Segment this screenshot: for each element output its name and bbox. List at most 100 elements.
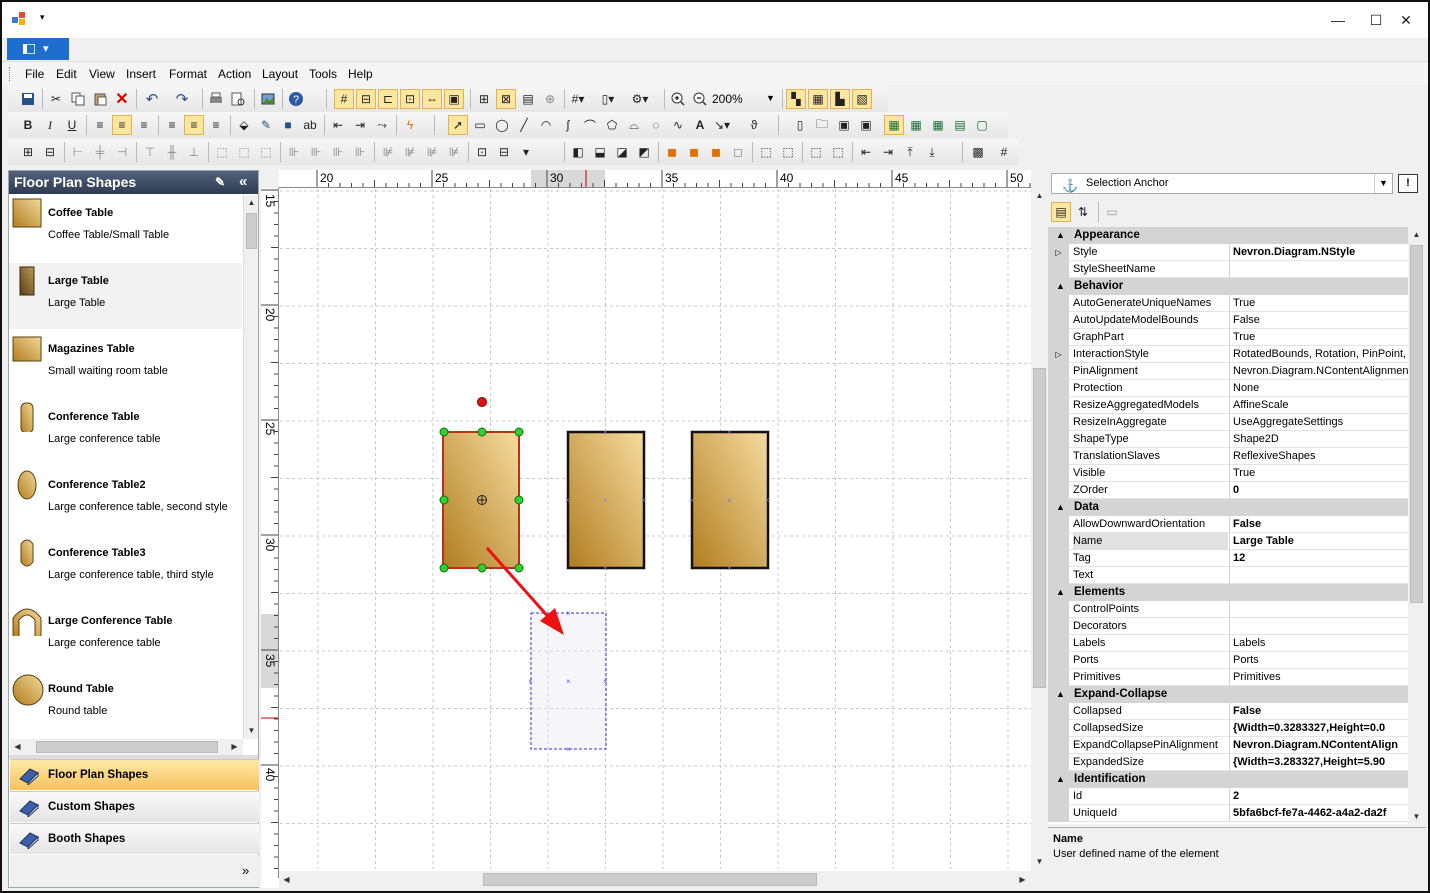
valign-bottom-icon[interactable]: ≡ (206, 115, 226, 135)
print-icon[interactable] (206, 89, 226, 109)
alphabetical-icon[interactable]: ⇅ (1073, 202, 1093, 222)
property-row[interactable]: ControlPoints (1048, 601, 1408, 618)
zoom-in-icon[interactable] (668, 89, 688, 109)
move-left-icon[interactable]: ⇤ (856, 142, 876, 162)
property-value[interactable]: Ports (1229, 652, 1408, 669)
export-image-icon[interactable] (258, 89, 278, 109)
large-table-shape[interactable]: × × × × × (565, 428, 646, 573)
property-row[interactable]: ExpandedSize {Width=3.283327,Height=5.90 (1048, 754, 1408, 771)
property-row[interactable]: ResizeInAggregate UseAggregateSettings (1048, 414, 1408, 431)
align-left-icon[interactable]: ≡ (90, 115, 110, 135)
menu-edit[interactable]: Edit (56, 67, 77, 81)
scroll-up-icon[interactable]: ▲ (1409, 227, 1424, 242)
same-width-icon[interactable]: ⬚ (212, 142, 232, 162)
bold-icon[interactable]: B (18, 115, 38, 135)
vspace-dec-icon[interactable]: ⊯ (422, 142, 442, 162)
view-b-icon[interactable]: ▦ (906, 115, 926, 135)
bounds-b-icon[interactable]: ⬚ (778, 142, 798, 162)
collapse-icon[interactable]: ▲ (1056, 686, 1065, 703)
list-item-conference-table3[interactable]: Conference Table3 Large conference table… (9, 535, 242, 601)
drawing-canvas[interactable]: × × × × × × × × × × × × × × × (280, 189, 1031, 869)
freehand-tool-icon[interactable]: ◌ (646, 115, 666, 135)
property-row[interactable]: ExpandCollapsePinAlignment Nevron.Diagram… (1048, 737, 1408, 754)
move-right-icon[interactable]: ⇥ (878, 142, 898, 162)
align-centers-icon[interactable]: ╪ (90, 142, 110, 162)
property-row[interactable]: AutoUpdateModelBounds False (1048, 312, 1408, 329)
new-document-icon[interactable]: ▯ (790, 115, 810, 135)
collapse-icon[interactable]: ▲ (1056, 278, 1065, 295)
grid-dropdown-icon[interactable]: #▾ (568, 89, 588, 109)
property-value[interactable]: {Width=0.3283327,Height=0.0 (1229, 720, 1408, 737)
category-booth-shapes[interactable]: Booth Shapes (10, 823, 259, 854)
property-row[interactable]: Name Large Table (1048, 533, 1408, 550)
page-dropdown-icon[interactable]: ▯▾ (598, 89, 618, 109)
property-row[interactable]: StyleSheetName (1048, 261, 1408, 278)
list-item-round-table[interactable]: Round Table Round table (9, 671, 242, 737)
rotate-right-icon[interactable]: ◩ (634, 142, 654, 162)
property-value[interactable]: True (1229, 329, 1408, 346)
property-row[interactable]: Primitives Primitives (1048, 669, 1408, 686)
shadow-icon[interactable]: ■ (278, 115, 298, 135)
snap-dynamic-icon[interactable]: ⇔ (422, 89, 442, 109)
image-icon[interactable]: ▩ (968, 142, 988, 162)
group-icon[interactable]: ⊡ (472, 142, 492, 162)
property-category[interactable]: ▲ Data (1048, 499, 1408, 516)
view-e-icon[interactable]: ▢ (972, 115, 992, 135)
quick-access-dropdown-icon[interactable]: ▾ (40, 12, 45, 23)
property-row[interactable]: Tag 12 (1048, 550, 1408, 567)
minimize-button[interactable]: — (1324, 10, 1352, 30)
polyline-tool-icon[interactable]: ⌒ (580, 115, 600, 135)
move-down-icon[interactable]: ⤓ (922, 142, 942, 162)
property-row[interactable]: Labels Labels (1048, 635, 1408, 652)
rectangle-tool-icon[interactable]: ▭ (470, 115, 490, 135)
categorized-icon[interactable]: ▤ (1051, 202, 1071, 222)
valign-top-icon[interactable]: ≡ (162, 115, 182, 135)
vspace-equal-icon[interactable]: ⊯ (378, 142, 398, 162)
property-vscrollbar[interactable]: ▲ ▼ (1408, 227, 1425, 824)
same-height-icon[interactable]: ⬚ (234, 142, 254, 162)
menu-tools[interactable]: Tools (309, 67, 337, 81)
property-value[interactable]: ReflexiveShapes (1229, 448, 1408, 465)
list-item-large-table[interactable]: Large Table Large Table (9, 263, 242, 329)
send-back-icon[interactable]: ◼ (684, 142, 704, 162)
expand-icon[interactable]: ▷ (1048, 346, 1069, 363)
property-value[interactable]: AffineScale (1229, 397, 1408, 414)
snap-points-icon[interactable]: ⊡ (400, 89, 420, 109)
close-button[interactable]: ✕ (1392, 10, 1420, 30)
snap-ruler-icon[interactable]: ⊟ (356, 89, 376, 109)
collapse-icon[interactable]: ▲ (1056, 584, 1065, 601)
property-category[interactable]: ▲ Expand-Collapse (1048, 686, 1408, 703)
scroll-thumb[interactable] (36, 741, 218, 753)
layout-tree-icon[interactable]: ⊟ (40, 142, 60, 162)
pin-button[interactable]: ! (1398, 174, 1418, 193)
property-row[interactable]: CollapsedSize {Width=0.3283327,Height=0.0 (1048, 720, 1408, 737)
align-tops-icon[interactable]: ⊤ (140, 142, 160, 162)
scroll-down-icon[interactable]: ▼ (1409, 809, 1424, 824)
property-value[interactable]: True (1229, 465, 1408, 482)
property-value[interactable]: False (1229, 703, 1408, 720)
hspace-inc-icon[interactable]: ⊪ (306, 142, 326, 162)
fit-a-icon[interactable]: ⬚ (806, 142, 826, 162)
canvas-vscrollbar[interactable]: ▲ ▼ (1031, 188, 1048, 871)
property-category[interactable]: ▲ Elements (1048, 584, 1408, 601)
settings-dropdown-icon[interactable]: ⚙▾ (630, 89, 650, 109)
property-value[interactable] (1229, 261, 1408, 278)
line-tool-icon[interactable]: ╱ (514, 115, 534, 135)
rotate-left-icon[interactable]: ◪ (612, 142, 632, 162)
pan-zoom-icon[interactable]: ⊠ (496, 89, 516, 109)
ports-view-icon[interactable]: ⊞ (474, 89, 494, 109)
property-value[interactable]: UseAggregateSettings (1229, 414, 1408, 431)
move-up-icon[interactable]: ⤒ (900, 142, 920, 162)
view-a-icon[interactable]: ▦ (884, 115, 904, 135)
underline-icon[interactable]: U (62, 115, 82, 135)
property-row[interactable]: TranslationSlaves ReflexiveShapes (1048, 448, 1408, 465)
category-custom-shapes[interactable]: Custom Shapes (10, 791, 259, 822)
pointer-tool-icon[interactable]: ➚ (448, 115, 468, 135)
menu-grip[interactable] (9, 67, 12, 81)
zoom-combo[interactable]: 200% (712, 92, 743, 106)
property-category[interactable]: ▲ Appearance (1048, 227, 1408, 244)
shape-list-vscrollbar[interactable]: ▲ ▼ (243, 195, 258, 739)
layout-a-icon[interactable]: ▚ (786, 89, 806, 109)
zoom-out-icon[interactable] (690, 89, 710, 109)
horizontal-ruler[interactable]: 20 25 30 35 40 45 50 (279, 170, 1031, 188)
